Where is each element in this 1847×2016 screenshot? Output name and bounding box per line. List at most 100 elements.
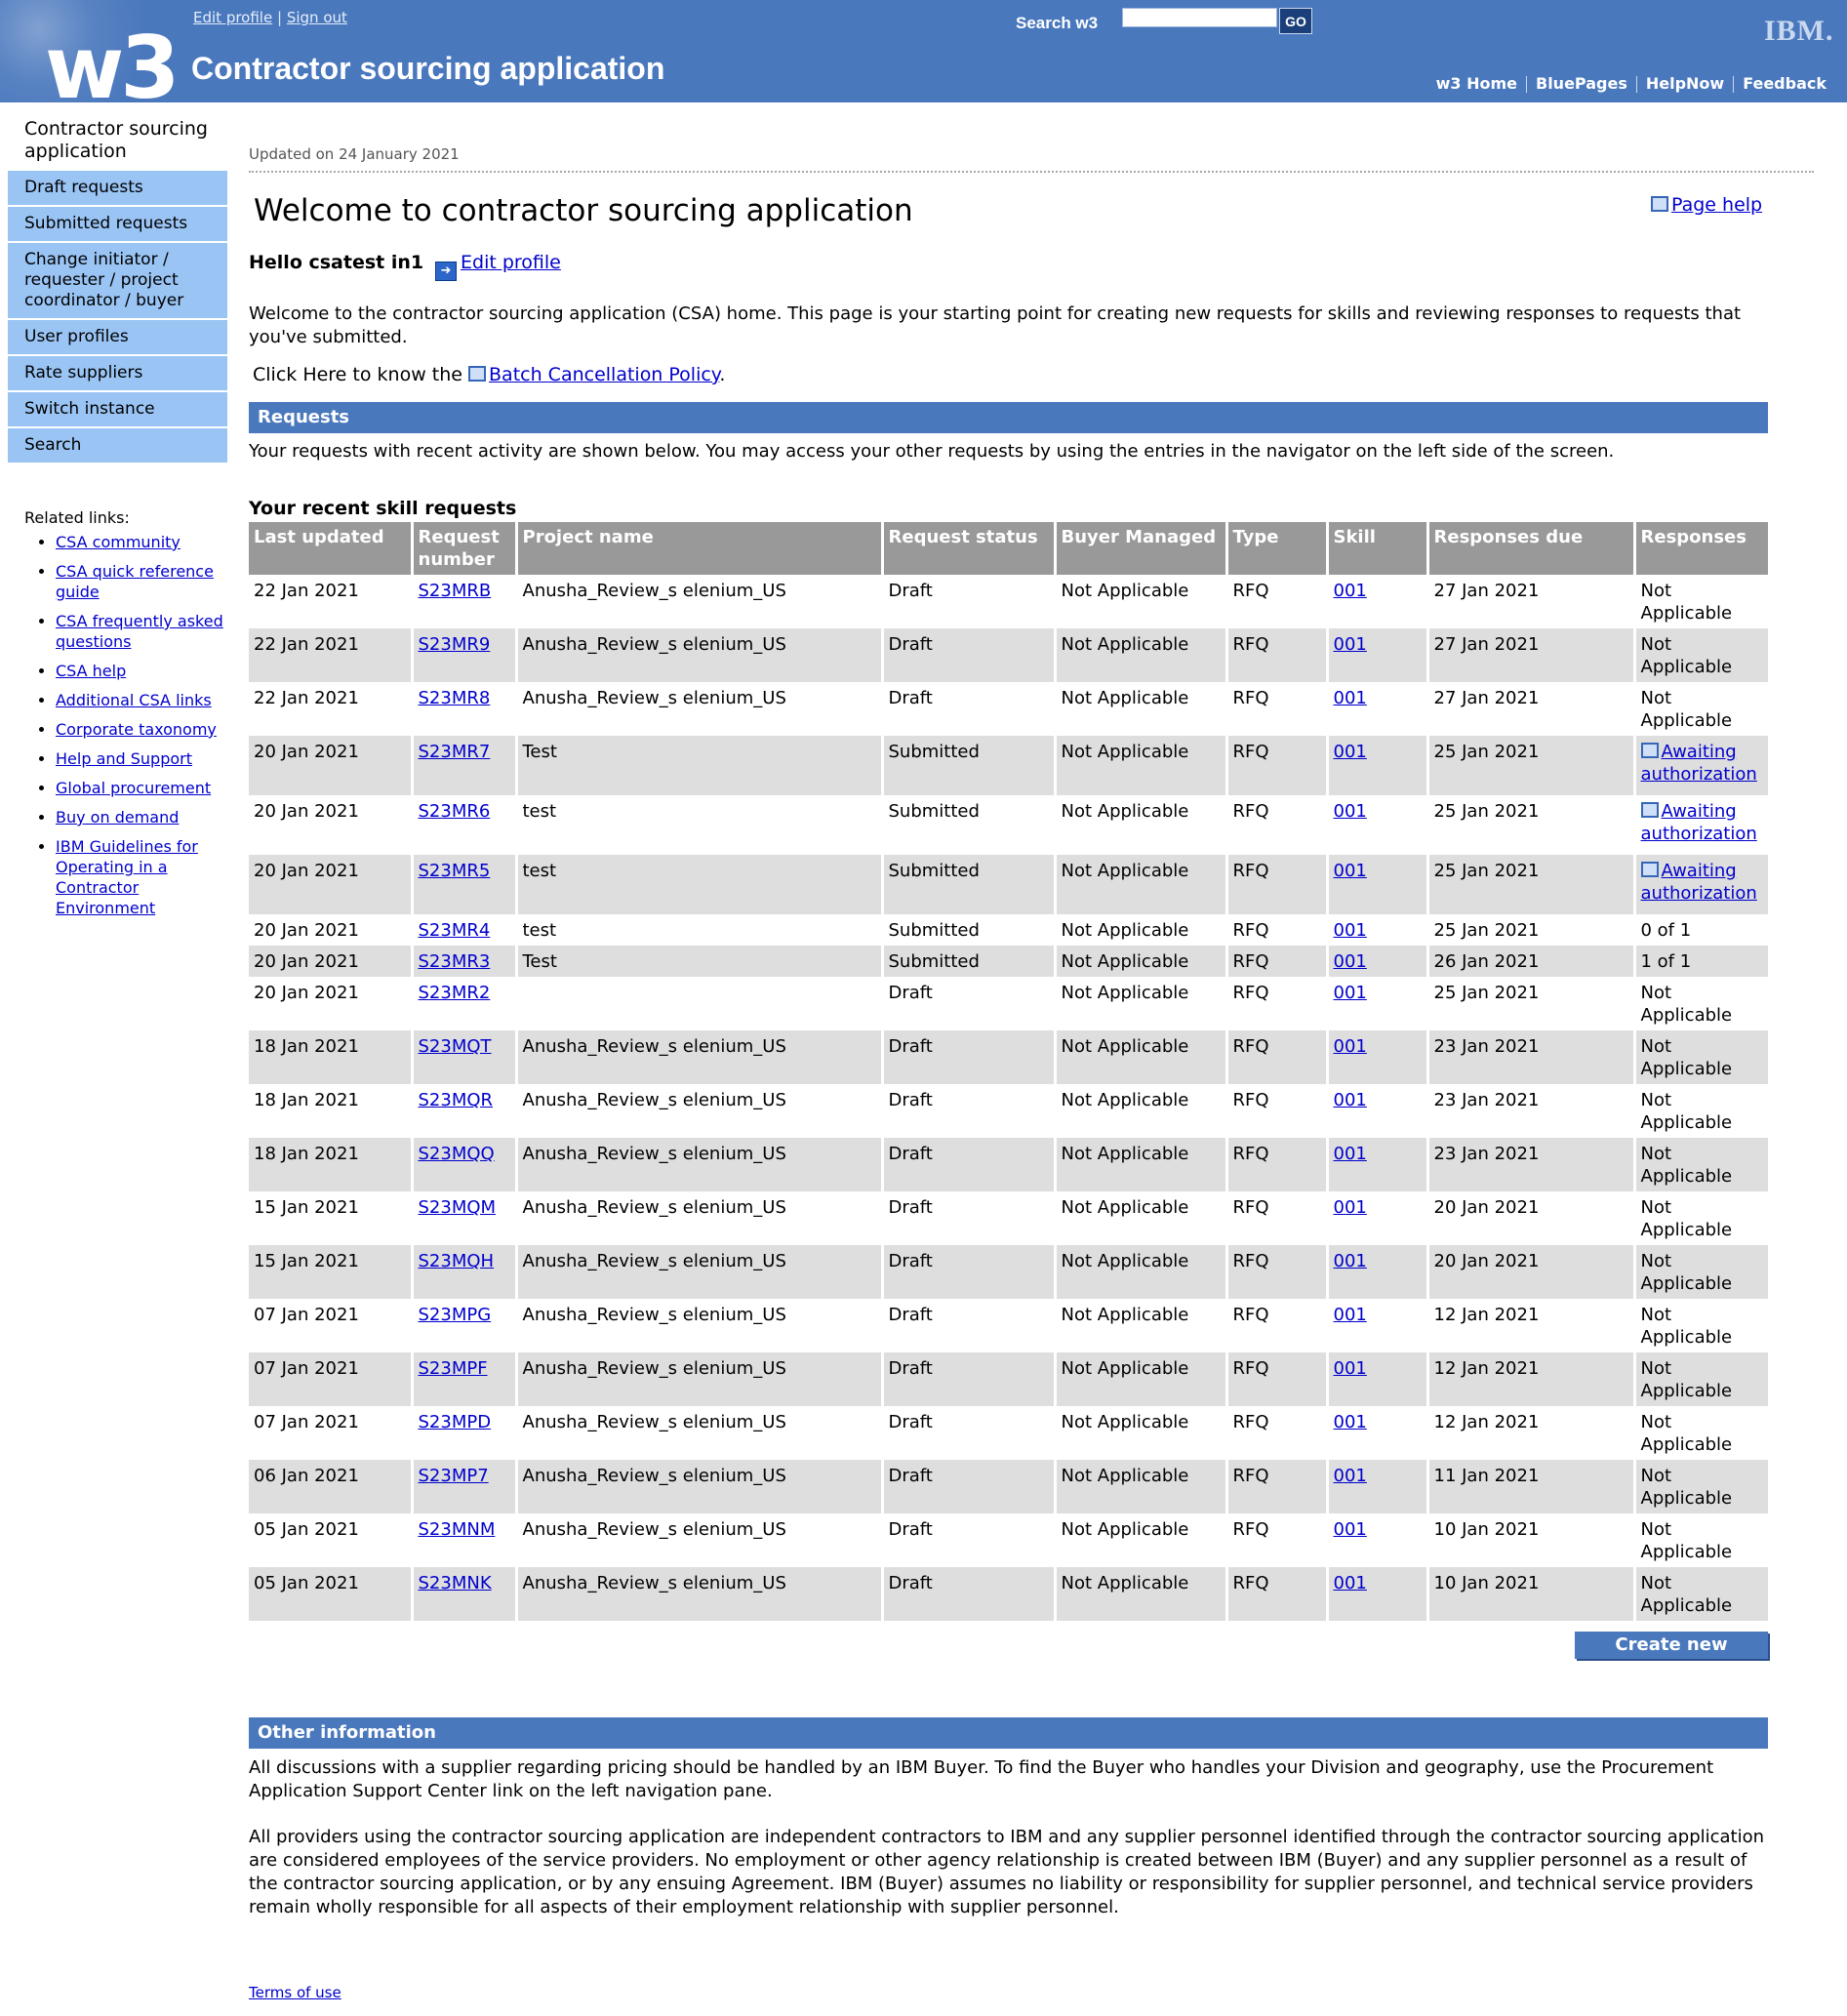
related-link-buy-on-demand[interactable]: Buy on demand — [56, 808, 179, 827]
nav-item-search[interactable]: Search — [8, 428, 227, 463]
cell-skill-link[interactable]: 001 — [1334, 634, 1367, 655]
sign-out-link[interactable]: Sign out — [287, 9, 347, 26]
cell-project-name — [516, 977, 884, 1030]
cell-skill-link[interactable]: 001 — [1334, 581, 1367, 601]
cell-request-number-link[interactable]: S23MQQ — [419, 1144, 495, 1164]
cell-skill-link[interactable]: 001 — [1334, 920, 1367, 941]
cell-responses: Not Applicable — [1634, 1191, 1768, 1245]
cell-request-number-link[interactable]: S23MR3 — [419, 951, 491, 972]
batch-cancellation-policy-link[interactable]: Batch Cancellation Policy — [489, 364, 719, 385]
nav-item-user-profiles[interactable]: User profiles — [8, 320, 227, 354]
cell-buyer-managed: Not Applicable — [1055, 682, 1228, 736]
cell-project-name: Anusha_Review_s elenium_US — [516, 1513, 884, 1567]
col-project-name[interactable]: Project name — [516, 522, 884, 575]
cell-request-number-link[interactable]: S23MR5 — [419, 861, 491, 881]
col-skill[interactable]: Skill — [1327, 522, 1429, 575]
cell-skill-link[interactable]: 001 — [1334, 1412, 1367, 1432]
col-type[interactable]: Type — [1226, 522, 1329, 575]
table-row: 06 Jan 2021 S23MP7 Anusha_Review_s elenium… — [249, 1460, 1768, 1513]
cell-responses-due: 23 Jan 2021 — [1427, 1084, 1636, 1138]
search-go-button[interactable]: GO — [1279, 8, 1312, 34]
cell-request-number: S23MQT — [412, 1030, 518, 1084]
cell-skill-link[interactable]: 001 — [1334, 1197, 1367, 1218]
cell-request-number-link[interactable]: S23MR9 — [419, 634, 491, 655]
cell-skill-link[interactable]: 001 — [1334, 1305, 1367, 1325]
nav-feedback[interactable]: Feedback — [1743, 74, 1827, 93]
cell-type: RFQ — [1226, 1352, 1329, 1406]
table-row: 20 Jan 2021 S23MR2 Draft Not Applicable RFQ 0… — [249, 977, 1768, 1030]
cell-request-number-link[interactable]: S23MR2 — [419, 983, 491, 1003]
nav-helpnow[interactable]: HelpNow — [1646, 74, 1724, 93]
cell-skill-link[interactable]: 001 — [1334, 1573, 1367, 1593]
cell-responses-due: 25 Jan 2021 — [1427, 914, 1636, 946]
cell-request-number-link[interactable]: S23MQR — [419, 1090, 494, 1110]
cell-request-number-link[interactable]: S23MQH — [419, 1251, 495, 1271]
cell-request-number-link[interactable]: S23MR7 — [419, 742, 491, 762]
cell-request-number-link[interactable]: S23MNK — [419, 1573, 492, 1593]
related-link-csa-help[interactable]: CSA help — [56, 662, 126, 680]
cell-skill-link[interactable]: 001 — [1334, 801, 1367, 822]
cell-skill-link[interactable]: 001 — [1334, 1090, 1367, 1110]
col-request-status[interactable]: Request status — [882, 522, 1057, 575]
masthead-edit-profile-link[interactable]: Edit profile — [193, 9, 272, 26]
page-help-link[interactable]: Page help — [1671, 194, 1762, 216]
w3-logo[interactable]: w3 — [45, 25, 181, 103]
cell-skill-link[interactable]: 001 — [1334, 688, 1367, 708]
cell-request-number-link[interactable]: S23MP7 — [419, 1466, 489, 1486]
related-link-csa-community[interactable]: CSA community — [56, 533, 181, 551]
col-buyer-managed[interactable]: Buyer Managed — [1055, 522, 1228, 575]
cell-skill-link[interactable]: 001 — [1334, 1519, 1367, 1540]
nav-item-rate-suppliers[interactable]: Rate suppliers — [8, 356, 227, 390]
create-new-request-button[interactable]: Create new request — [1575, 1632, 1768, 1682]
cell-request-number-link[interactable]: S23MPD — [419, 1412, 492, 1432]
cell-request-number-link[interactable]: S23MPF — [419, 1358, 488, 1379]
related-link-ibm-guidelines[interactable]: IBM Guidelines for Operating in a Contra… — [56, 837, 198, 917]
cell-buyer-managed: Not Applicable — [1055, 1030, 1228, 1084]
nav-item-submitted-requests[interactable]: Submitted requests — [8, 207, 227, 241]
related-link-quick-reference[interactable]: CSA quick reference guide — [56, 562, 214, 601]
related-link-additional[interactable]: Additional CSA links — [56, 691, 212, 709]
intro-text: Welcome to the contractor sourcing appli… — [249, 303, 1742, 347]
related-link-taxonomy[interactable]: Corporate taxonomy — [56, 720, 217, 739]
cell-skill-link[interactable]: 001 — [1334, 1466, 1367, 1486]
terms-of-use-link[interactable]: Terms of use — [249, 1984, 341, 2001]
cell-skill-link[interactable]: 001 — [1334, 1144, 1367, 1164]
cell-responses: Not Applicable — [1634, 1030, 1768, 1084]
cell-request-number-link[interactable]: S23MR6 — [419, 801, 491, 822]
cell-skill-link[interactable]: 001 — [1334, 1251, 1367, 1271]
cell-request-number-link[interactable]: S23MR4 — [419, 920, 491, 941]
cell-request-number-link[interactable]: S23MRB — [419, 581, 492, 601]
cell-project-name: Anusha_Review_s elenium_US — [516, 1567, 884, 1621]
col-responses-due[interactable]: Responses due — [1427, 522, 1636, 575]
nav-item-draft-requests[interactable]: Draft requests — [8, 171, 227, 205]
cell-request-number-link[interactable]: S23MQM — [419, 1197, 497, 1218]
cell-skill-link[interactable]: 001 — [1334, 1036, 1367, 1057]
cell-request-number: S23MP7 — [412, 1460, 518, 1513]
search-input[interactable] — [1122, 8, 1277, 27]
nav-w3-home[interactable]: w3 Home — [1436, 74, 1517, 93]
nav-bluepages[interactable]: BluePages — [1536, 74, 1627, 93]
cell-skill-link[interactable]: 001 — [1334, 951, 1367, 972]
related-link-global-procurement[interactable]: Global procurement — [56, 779, 211, 797]
nav-item-switch-instance[interactable]: Switch instance — [8, 392, 227, 426]
nav-heading[interactable]: Contractor sourcing application — [8, 116, 227, 169]
cell-request-number-link[interactable]: S23MR8 — [419, 688, 491, 708]
cell-request-number-link[interactable]: S23MQT — [419, 1036, 492, 1057]
cell-request-number-link[interactable]: S23MNM — [419, 1519, 496, 1540]
cell-skill-link[interactable]: 001 — [1334, 742, 1367, 762]
requests-section-header: Requests — [249, 402, 1768, 433]
cell-skill-link[interactable]: 001 — [1334, 861, 1367, 881]
cell-responses: Not Applicable — [1634, 1138, 1768, 1191]
cell-skill-link[interactable]: 001 — [1334, 1358, 1367, 1379]
cell-responses: Not Applicable — [1634, 977, 1768, 1030]
col-request-number[interactable]: Request number — [412, 522, 518, 575]
col-responses[interactable]: Responses — [1634, 522, 1768, 575]
cell-responses-due: 10 Jan 2021 — [1427, 1513, 1636, 1567]
related-link-faq[interactable]: CSA frequently asked questions — [56, 612, 223, 651]
cell-request-number-link[interactable]: S23MPG — [419, 1305, 492, 1325]
col-last-updated[interactable]: Last updated — [249, 522, 414, 575]
edit-profile-link[interactable]: Edit profile — [461, 252, 561, 273]
nav-item-change-initiator[interactable]: Change initiator / requester / project c… — [8, 243, 227, 318]
cell-skill-link[interactable]: 001 — [1334, 983, 1367, 1003]
related-link-help-support[interactable]: Help and Support — [56, 749, 192, 768]
